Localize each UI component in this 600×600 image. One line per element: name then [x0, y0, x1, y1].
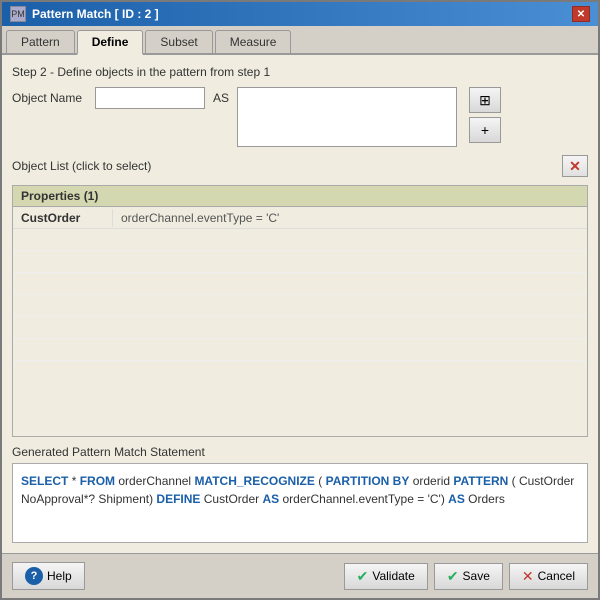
- content-area: Step 2 - Define objects in the pattern f…: [2, 55, 598, 553]
- empty-row-4: [13, 295, 587, 317]
- empty-row-3: [13, 273, 587, 295]
- title-bar: PM Pattern Match [ ID : 2 ] ✕: [2, 2, 598, 26]
- object-list-label: Object List (click to select): [12, 159, 151, 173]
- cancel-icon: ✕: [522, 568, 534, 585]
- sql-box: SELECT * FROM orderChannel MATCH_RECOGNI…: [12, 463, 588, 543]
- properties-header: Properties (1): [13, 186, 587, 207]
- footer: ? Help ✔ Validate ✔ Save ✕ Cancel: [2, 553, 598, 598]
- close-button[interactable]: ✕: [572, 6, 590, 22]
- cancel-button[interactable]: ✕ Cancel: [509, 563, 588, 590]
- object-list-header: Object List (click to select) ✕: [12, 155, 588, 177]
- close-icon: ✕: [577, 9, 585, 20]
- empty-row-5: [13, 317, 587, 339]
- validate-button[interactable]: ✔ Validate: [344, 563, 428, 590]
- empty-row-1: [13, 229, 587, 251]
- window-icon: PM: [10, 6, 26, 22]
- prop-value-0: orderChannel.eventType = 'C': [113, 209, 587, 227]
- as-textarea[interactable]: [237, 87, 457, 147]
- title-bar-left: PM Pattern Match [ ID : 2 ]: [10, 6, 159, 22]
- delete-icon: ✕: [569, 158, 581, 175]
- footer-right: ✔ Validate ✔ Save ✕ Cancel: [344, 563, 588, 590]
- sql-partition-by: PARTITION BY: [326, 474, 410, 488]
- sql-as-2: AS: [448, 492, 465, 506]
- sql-pattern: PATTERN: [453, 474, 508, 488]
- as-label: AS: [213, 87, 229, 105]
- plus-icon: +: [481, 122, 489, 138]
- table-icon: ⊞: [479, 92, 491, 109]
- sql-define: DEFINE: [156, 492, 200, 506]
- properties-table: Properties (1) CustOrder orderChannel.ev…: [12, 185, 588, 437]
- object-name-label: Object Name: [12, 87, 87, 105]
- object-name-input[interactable]: [95, 87, 205, 109]
- sql-as-1: AS: [262, 492, 279, 506]
- generated-section: Generated Pattern Match Statement SELECT…: [12, 445, 588, 543]
- tab-bar: Pattern Define Subset Measure: [2, 26, 598, 55]
- tab-define[interactable]: Define: [77, 30, 144, 55]
- empty-row-2: [13, 251, 587, 273]
- tab-subset[interactable]: Subset: [145, 30, 212, 53]
- sql-match-recognize: MATCH_RECOGNIZE: [194, 474, 314, 488]
- validate-icon: ✔: [357, 568, 369, 585]
- save-button[interactable]: ✔ Save: [434, 563, 503, 590]
- add-button[interactable]: +: [469, 117, 501, 143]
- table-button[interactable]: ⊞: [469, 87, 501, 113]
- step-description: Step 2 - Define objects in the pattern f…: [12, 65, 588, 79]
- sql-from: FROM: [80, 474, 115, 488]
- prop-name-0: CustOrder: [13, 209, 113, 227]
- sql-select: SELECT: [21, 474, 68, 488]
- generated-label: Generated Pattern Match Statement: [12, 445, 588, 459]
- action-buttons: ⊞ +: [469, 87, 501, 143]
- tab-pattern[interactable]: Pattern: [6, 30, 75, 53]
- table-row[interactable]: CustOrder orderChannel.eventType = 'C': [13, 207, 587, 229]
- help-button[interactable]: ? Help: [12, 562, 85, 590]
- empty-row-6: [13, 339, 587, 361]
- object-name-row: Object Name AS ⊞ +: [12, 87, 588, 147]
- main-window: PM Pattern Match [ ID : 2 ] ✕ Pattern De…: [0, 0, 600, 600]
- save-icon: ✔: [447, 568, 459, 585]
- delete-button[interactable]: ✕: [562, 155, 588, 177]
- help-icon: ?: [25, 567, 43, 585]
- tab-measure[interactable]: Measure: [215, 30, 292, 53]
- window-title: Pattern Match [ ID : 2 ]: [32, 7, 159, 21]
